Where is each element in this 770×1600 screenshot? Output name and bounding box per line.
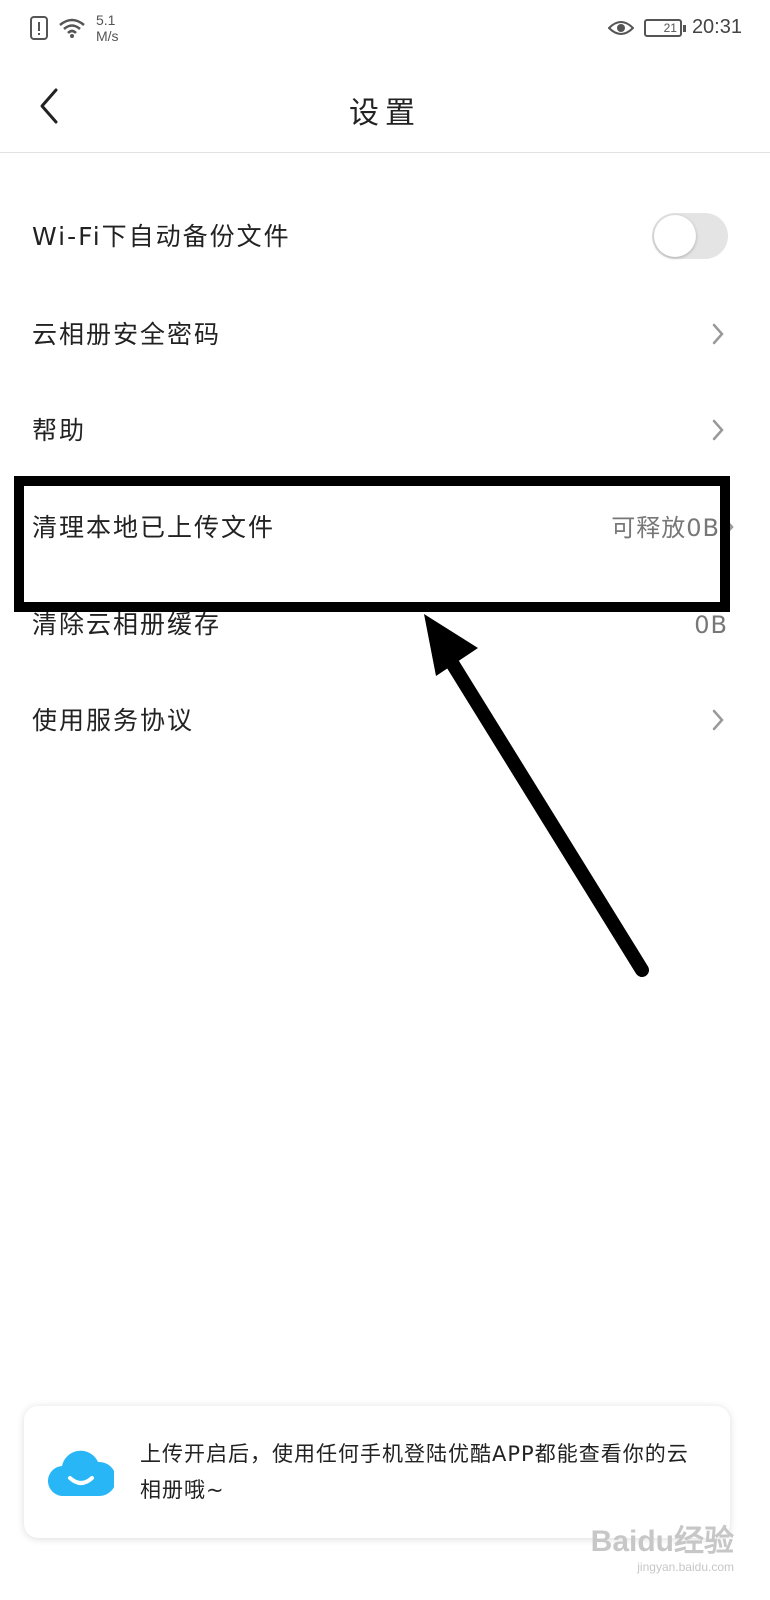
wifi-backup-label: Wi-Fi下自动备份文件 xyxy=(32,222,291,251)
banner-text: 上传开启后，使用任何手机登陆优酷APP都能查看你的云相册哦~ xyxy=(140,1442,689,1502)
clock: 20:31 xyxy=(691,16,742,38)
settings-row-help[interactable]: 帮助 xyxy=(0,382,770,480)
alert-icon xyxy=(30,16,48,40)
help-label: 帮助 xyxy=(32,416,87,445)
network-speed: 5.1 M/s xyxy=(96,12,119,44)
cloud-icon xyxy=(48,1450,114,1497)
cloud-password-label: 云相册安全密码 xyxy=(32,320,222,349)
speed-value: 5.1 xyxy=(96,12,116,28)
header: 设置 xyxy=(0,60,770,153)
status-bar: 5.1 M/s 21 20:31 xyxy=(0,0,770,60)
settings-row-service-agreement[interactable]: 使用服务协议 xyxy=(0,672,770,770)
page-title: 设置 xyxy=(349,96,421,131)
highlight-box xyxy=(14,476,730,612)
status-left: 5.1 M/s xyxy=(30,12,119,44)
settings-row-wifi-backup: Wi-Fi下自动备份文件 xyxy=(0,188,770,286)
chevron-right-icon xyxy=(712,323,724,345)
toggle-knob xyxy=(654,215,696,257)
wifi-icon xyxy=(59,18,85,38)
settings-row-cloud-password[interactable]: 云相册安全密码 xyxy=(0,286,770,384)
speed-unit: M/s xyxy=(96,28,119,44)
chevron-right-icon xyxy=(712,709,724,731)
status-right: 21 20:31 xyxy=(607,16,742,39)
watermark: Baidu经验 jingyan.baidu.com xyxy=(591,1516,734,1574)
watermark-brand: Baidu经验 xyxy=(590,1525,734,1558)
service-agreement-label: 使用服务协议 xyxy=(32,706,195,735)
battery-icon: 21 xyxy=(643,18,686,37)
eye-icon xyxy=(607,20,634,35)
chevron-right-icon xyxy=(712,419,724,441)
wifi-backup-toggle[interactable] xyxy=(652,213,728,259)
watermark-url: jingyan.baidu.com xyxy=(637,1560,734,1574)
